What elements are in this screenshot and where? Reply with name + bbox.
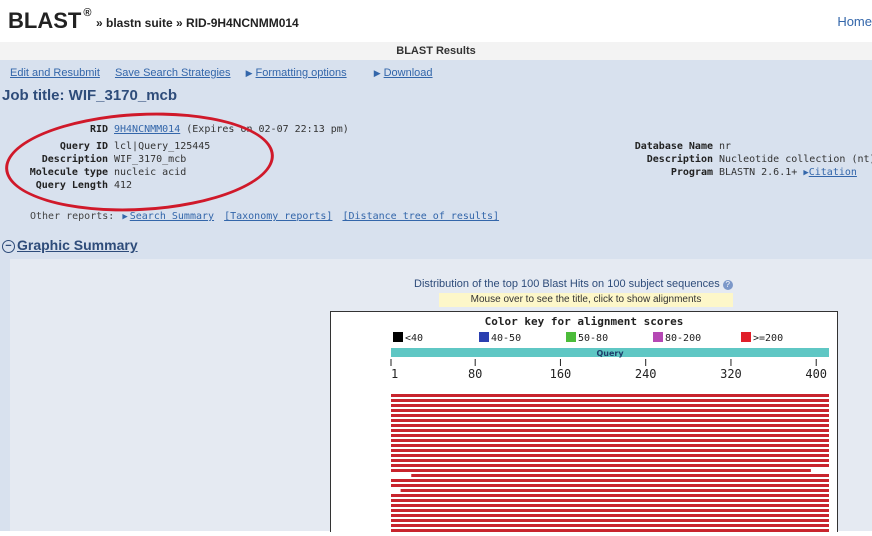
other-reports: Other reports: ▶ Search Summary [Taxonomy… xyxy=(30,211,503,222)
hit-bar xyxy=(400,489,829,492)
legend-swatch xyxy=(393,332,403,342)
database-info: Database Name nr Description Nucleotide co… xyxy=(615,140,872,180)
other-reports-label: Other reports: xyxy=(30,211,115,222)
registered-mark: ® xyxy=(83,6,92,19)
citation-link[interactable]: Citation xyxy=(809,167,857,178)
legend-label: <40 xyxy=(405,333,423,344)
collapse-icon[interactable]: − xyxy=(2,240,15,253)
hit-bar xyxy=(391,479,829,482)
hit-bar xyxy=(391,484,829,487)
breadcrumb[interactable]: » blastn suite » RID-9H4NCNMM014 xyxy=(96,16,299,30)
hit-bar xyxy=(411,474,829,477)
hits-chart: Color key for alignment scores <40 40-50 50… xyxy=(390,315,829,532)
hit-bar xyxy=(391,439,829,442)
formatting-options-link[interactable]: Formatting options xyxy=(256,67,347,79)
hit-bar xyxy=(391,409,829,412)
hit-bar xyxy=(391,399,829,402)
mouse-over-hint: Mouse over to see the title, click to sh… xyxy=(439,293,733,307)
legend-label: 40-50 xyxy=(491,333,521,344)
hit-bar xyxy=(391,469,811,472)
job-title: Job title: WIF_3170_mcb xyxy=(2,87,178,104)
hit-bar xyxy=(391,414,829,417)
download-link[interactable]: Download xyxy=(384,67,433,79)
save-strategies-link[interactable]: Save Search Strategies xyxy=(115,67,231,79)
x-tick-label: 240 xyxy=(635,367,657,381)
top-header: BLAST ® » blastn suite » RID-9H4NCNMM014 … xyxy=(0,0,872,42)
x-tick-label: 80 xyxy=(468,367,482,381)
legend-label: 50-80 xyxy=(578,333,608,344)
hit-bar xyxy=(391,514,829,517)
query-bar-label: Query xyxy=(596,349,624,358)
hit-bar xyxy=(391,404,829,407)
distribution-title: Distribution of the top 100 Blast Hits o… xyxy=(414,278,733,290)
program-label: Program xyxy=(670,167,713,178)
home-link[interactable]: Home xyxy=(837,14,872,29)
db-description-label: Description xyxy=(646,154,713,165)
hit-bar xyxy=(391,524,829,527)
hit-bar xyxy=(391,459,829,462)
db-description-value: Nucleotide collection (nt) xyxy=(719,154,872,165)
program-value: BLASTN 2.6.1+ xyxy=(719,167,798,178)
legend-label: >=200 xyxy=(753,333,783,344)
triangle-right-icon: ▶ xyxy=(245,68,253,78)
hit-bar xyxy=(391,429,829,432)
help-icon[interactable]: ? xyxy=(722,280,733,290)
graphic-summary-toggle[interactable]: − Graphic Summary xyxy=(2,237,138,253)
hit-bar xyxy=(391,454,829,457)
database-name-value: nr xyxy=(719,141,732,152)
results-title: BLAST Results xyxy=(0,42,872,60)
action-links: Edit and Resubmit Save Search Strategies… xyxy=(10,67,457,79)
x-tick-label: 320 xyxy=(720,367,742,381)
distance-tree-link[interactable]: [Distance tree of results] xyxy=(342,211,499,222)
hit-bar xyxy=(391,509,829,512)
hit-bar xyxy=(391,424,829,427)
hit-bar xyxy=(391,444,829,447)
hits-chart-box: Color key for alignment scores <40 40-50 50… xyxy=(330,311,838,532)
distribution-title-text: Distribution of the top 100 Blast Hits o… xyxy=(414,278,720,290)
hit-bar xyxy=(391,449,829,452)
database-name-label: Database Name xyxy=(634,141,713,152)
search-summary-link[interactable]: Search Summary xyxy=(130,211,214,222)
triangle-right-icon: ▶ xyxy=(373,68,381,78)
triangle-right-icon: ▶ xyxy=(122,212,128,222)
legend-swatch xyxy=(479,332,489,342)
graphic-summary-heading[interactable]: Graphic Summary xyxy=(17,237,138,253)
x-tick-label: 400 xyxy=(805,367,827,381)
legend-swatch xyxy=(653,332,663,342)
hit-bar xyxy=(391,504,829,507)
legend-label: 80-200 xyxy=(665,333,701,344)
blast-logo[interactable]: BLAST ® xyxy=(8,6,92,34)
hit-bar xyxy=(391,499,829,502)
x-tick-label: 160 xyxy=(550,367,572,381)
legend-swatch xyxy=(741,332,751,342)
hit-bar xyxy=(391,519,829,522)
edit-resubmit-link[interactable]: Edit and Resubmit xyxy=(10,67,100,79)
color-key-title: Color key for alignment scores xyxy=(485,315,684,328)
hit-bar xyxy=(391,394,829,397)
legend-swatch xyxy=(566,332,576,342)
hit-bar xyxy=(391,494,829,497)
brand-text: BLAST xyxy=(8,8,82,33)
taxonomy-reports-link[interactable]: [Taxonomy reports] xyxy=(224,211,332,222)
hit-bar xyxy=(391,434,829,437)
hit-bar xyxy=(391,464,829,467)
hit-bar xyxy=(391,419,829,422)
x-tick-label: 1 xyxy=(391,367,398,381)
